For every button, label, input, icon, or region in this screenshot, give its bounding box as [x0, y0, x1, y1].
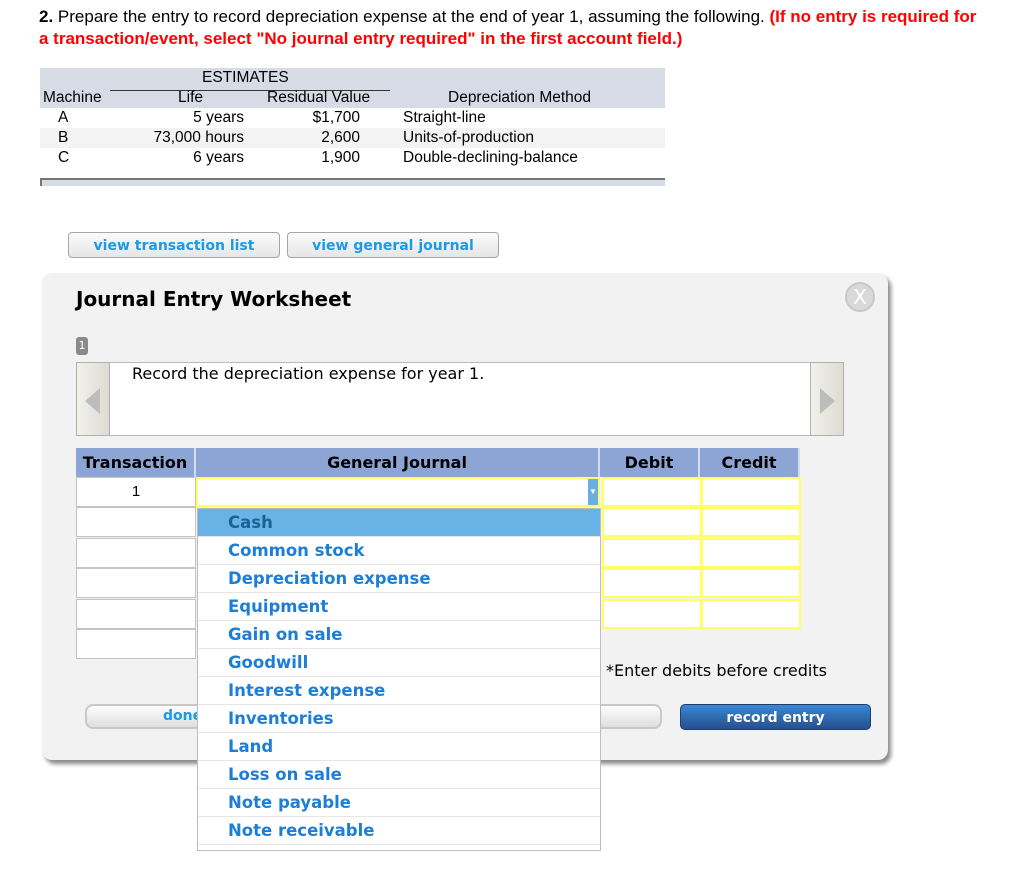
credit-input[interactable] — [701, 568, 801, 598]
arrow-right-icon — [820, 388, 835, 414]
transaction-cell — [76, 599, 196, 629]
col-header-general-journal: General Journal — [196, 448, 600, 477]
estimates-row: A 5 years $1,700 Straight-line — [40, 108, 665, 128]
record-entry-button[interactable]: record entry — [680, 704, 871, 730]
method-cell: Straight-line — [403, 109, 486, 126]
account-select[interactable]: ▼ — [196, 477, 600, 507]
machine-cell: B — [58, 129, 69, 146]
dropdown-option-equipment[interactable]: Equipment — [198, 593, 600, 621]
question-number: 2. — [39, 7, 54, 26]
col-header-residual: Residual Value — [267, 89, 371, 106]
debits-before-credits-note: *Enter debits before credits — [606, 661, 827, 680]
view-general-journal-button[interactable]: view general journal — [287, 232, 499, 258]
dropdown-option-gain-on-sale[interactable]: Gain on sale — [198, 621, 600, 649]
question-prompt: 2. Prepare the entry to record depreciat… — [39, 6, 989, 50]
dropdown-option-interest-expense[interactable]: Interest expense — [198, 677, 600, 705]
life-cell: 6 years — [193, 149, 244, 166]
view-transaction-list-button[interactable]: view transaction list — [68, 232, 280, 258]
worksheet-title: Journal Entry Worksheet — [76, 287, 352, 311]
credit-input[interactable] — [701, 538, 801, 568]
transaction-cell — [76, 568, 196, 598]
close-icon[interactable]: X — [845, 282, 875, 312]
previous-button[interactable] — [76, 362, 110, 436]
col-header-transaction: Transaction — [76, 448, 196, 477]
machine-cell: A — [58, 109, 69, 126]
transaction-cell: 1 — [76, 477, 196, 507]
transaction-cell — [76, 629, 196, 659]
estimates-group-header: ESTIMATES — [202, 69, 289, 86]
dropdown-option-note-receivable[interactable]: Note receivable — [198, 817, 600, 845]
dropdown-option-note-payable[interactable]: Note payable — [198, 789, 600, 817]
life-cell: 73,000 hours — [153, 129, 245, 146]
machine-cell: C — [58, 149, 70, 166]
dropdown-option-cash[interactable]: Cash — [198, 509, 600, 537]
dropdown-option-common-stock[interactable]: Common stock — [198, 537, 600, 565]
method-cell: Double-declining-balance — [403, 149, 578, 166]
col-header-machine: Machine — [43, 89, 102, 106]
residual-cell: $1,700 — [312, 109, 360, 126]
col-header-credit: Credit — [700, 448, 800, 477]
question-text: Prepare the entry to record depreciation… — [53, 7, 770, 26]
credit-input[interactable] — [701, 507, 801, 537]
estimates-footer — [40, 178, 665, 186]
debit-input[interactable] — [602, 507, 702, 537]
transaction-description-box: Record the depreciation expense for year… — [76, 362, 844, 436]
col-header-debit: Debit — [600, 448, 700, 477]
credit-input[interactable] — [701, 599, 801, 629]
transaction-cell — [76, 507, 196, 537]
debit-input[interactable] — [602, 568, 702, 598]
debit-input[interactable] — [602, 599, 702, 629]
step-badge[interactable]: 1 — [76, 337, 88, 355]
transaction-description: Record the depreciation expense for year… — [132, 364, 485, 383]
estimates-table: ESTIMATES Machine Life Residual Value De… — [40, 68, 665, 188]
debit-input[interactable] — [602, 538, 702, 568]
dropdown-option-land[interactable]: Land — [198, 733, 600, 761]
credit-input[interactable] — [701, 477, 801, 507]
transaction-cell — [76, 538, 196, 568]
residual-cell: 1,900 — [321, 149, 360, 166]
dropdown-option-goodwill[interactable]: Goodwill — [198, 649, 600, 677]
estimates-row: C 6 years 1,900 Double-declining-balance — [40, 148, 665, 168]
chevron-down-icon[interactable]: ▼ — [588, 479, 598, 505]
dropdown-option-inventories[interactable]: Inventories — [198, 705, 600, 733]
dropdown-option-loss-on-sale[interactable]: Loss on sale — [198, 761, 600, 789]
next-button[interactable] — [810, 362, 844, 436]
col-header-life: Life — [178, 89, 203, 106]
debit-input[interactable] — [602, 477, 702, 507]
arrow-left-icon — [85, 388, 100, 414]
estimates-row: B 73,000 hours 2,600 Units-of-production — [40, 128, 665, 148]
residual-cell: 2,600 — [321, 129, 360, 146]
col-header-method: Depreciation Method — [448, 89, 592, 106]
life-cell: 5 years — [193, 109, 244, 126]
method-cell: Units-of-production — [403, 129, 534, 146]
dropdown-option-depreciation-expense[interactable]: Depreciation expense — [198, 565, 600, 593]
account-dropdown-list[interactable]: Cash Common stock Depreciation expense E… — [197, 508, 601, 851]
